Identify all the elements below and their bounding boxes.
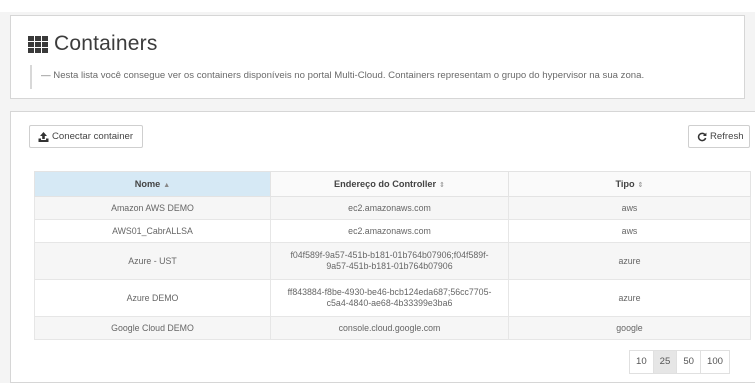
- cell-controller: ec2.amazonaws.com: [270, 219, 509, 243]
- cell-controller: ec2.amazonaws.com: [270, 196, 509, 220]
- cell-controller-line: console.cloud.google.com: [338, 322, 441, 333]
- column-header-label: Endereço do Controller: [334, 179, 437, 189]
- cell-tipo: aws: [508, 196, 751, 220]
- table-row[interactable]: Azure DEMO ff843884-f8be-4930-be46-bcb12…: [34, 279, 751, 317]
- page-size-option[interactable]: 100: [700, 350, 731, 374]
- connect-container-label: Conectar container: [52, 131, 134, 142]
- page-title: Containers: [54, 32, 158, 55]
- connect-container-button[interactable]: Conectar container: [29, 125, 143, 148]
- cell-tipo: aws: [508, 219, 751, 243]
- page-size-option-selected[interactable]: 25: [652, 350, 678, 374]
- cell-nome: Azure DEMO: [34, 279, 271, 317]
- cell-controller: console.cloud.google.com: [270, 316, 509, 340]
- sort-asc-icon: ▲: [163, 182, 171, 189]
- containers-table: Nome ▲ Endereço do Controller ⇕ Tipo ⇕ Amaz…: [34, 171, 751, 340]
- top-strip: [0, 0, 755, 12]
- column-header-tipo[interactable]: Tipo ⇕: [508, 171, 751, 197]
- page-size-option[interactable]: 50: [676, 350, 702, 374]
- cell-tipo: azure: [508, 279, 751, 317]
- cell-controller: ff843884-f8be-4930-be46-bcb124eda687;56c…: [270, 279, 509, 317]
- cell-controller: f04f589f-9a57-451b-b181-01b764b07906;f04…: [270, 242, 509, 280]
- refresh-icon: [697, 132, 707, 141]
- page-description: — Nesta lista você consegue ver os conta…: [30, 65, 730, 89]
- cell-controller-line: ec2.amazonaws.com: [348, 225, 431, 236]
- column-header-controller[interactable]: Endereço do Controller ⇕: [270, 171, 509, 197]
- page-size-selector: 10 25 50 100: [629, 350, 731, 374]
- sort-icon: ⇕: [637, 182, 644, 189]
- grid-icon: [28, 35, 48, 53]
- column-header-label: Tipo: [615, 179, 635, 189]
- cell-tipo: google: [508, 316, 751, 340]
- containers-panel: Conectar container Refresh Nome ▲ Endereç…: [10, 111, 755, 383]
- sort-icon: ⇕: [439, 182, 445, 189]
- cell-controller-line: 9a57-451b-b181-01b764b07906: [326, 261, 453, 271]
- cell-nome: Amazon AWS DEMO: [34, 196, 271, 220]
- refresh-label: Refresh: [710, 131, 744, 142]
- refresh-button[interactable]: Refresh: [688, 125, 750, 148]
- table-row[interactable]: Amazon AWS DEMO ec2.amazonaws.com aws: [34, 196, 751, 220]
- cell-nome: Azure - UST: [34, 242, 271, 280]
- table-row[interactable]: AWS01_CabrALLSA ec2.amazonaws.com aws: [34, 219, 751, 243]
- cell-tipo: azure: [508, 242, 751, 280]
- table-row[interactable]: Google Cloud DEMO console.cloud.google.c…: [34, 316, 751, 340]
- upload-icon: [38, 131, 49, 142]
- column-header-nome[interactable]: Nome ▲: [34, 171, 271, 197]
- column-header-label: Nome: [134, 179, 161, 189]
- cell-controller-line: c5a4-4840-ae68-4b33399e3ba6: [326, 298, 453, 308]
- page-size-option[interactable]: 10: [629, 350, 654, 374]
- cell-controller-line: ec2.amazonaws.com: [348, 202, 431, 213]
- header-panel: Containers — Nesta lista você consegue v…: [10, 15, 745, 99]
- cell-nome: AWS01_CabrALLSA: [34, 219, 271, 243]
- title-row: Containers: [28, 30, 158, 58]
- cell-controller-line: ff843884-f8be-4930-be46-bcb124eda687;56c…: [287, 287, 492, 297]
- cell-nome: Google Cloud DEMO: [34, 316, 271, 340]
- table-row[interactable]: Azure - UST f04f589f-9a57-451b-b181-01b7…: [34, 242, 751, 280]
- table-header-row: Nome ▲ Endereço do Controller ⇕ Tipo ⇕: [34, 171, 751, 197]
- cell-controller-line: f04f589f-9a57-451b-b181-01b764b07906;f04…: [290, 250, 489, 260]
